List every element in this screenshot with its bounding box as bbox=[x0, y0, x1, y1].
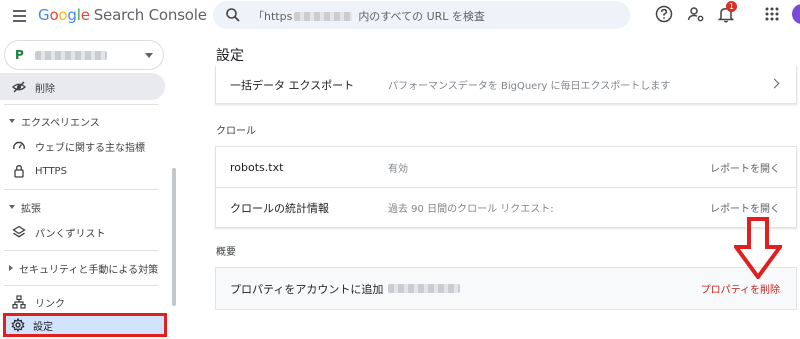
sidebar-item-label: 設定 bbox=[33, 321, 53, 333]
search-suffix: 内のすべての URL を検査 bbox=[358, 10, 485, 23]
redacted-account bbox=[388, 284, 460, 293]
row-title: クロールの統計情報 bbox=[230, 201, 329, 215]
row-title: プロパティをアカウントに追加 bbox=[230, 282, 384, 296]
open-report-link[interactable]: レポートを開く bbox=[710, 200, 780, 215]
sidebar-item-removals[interactable]: 削除 bbox=[0, 76, 165, 98]
eye-off-icon bbox=[12, 81, 26, 93]
chevron-right-icon bbox=[9, 265, 13, 271]
add-property-row[interactable]: プロパティをアカウントに追加 プロパティを削除 bbox=[216, 268, 796, 309]
notification-badge: 1 bbox=[726, 1, 737, 12]
remove-property-link[interactable]: プロパティを削除 bbox=[701, 281, 780, 296]
apps-icon[interactable] bbox=[762, 4, 782, 24]
search-icon[interactable] bbox=[225, 7, 241, 23]
open-report-link[interactable]: レポートを開く bbox=[710, 160, 780, 175]
chevron-right-icon bbox=[769, 78, 780, 89]
sidebar-scrollbar[interactable] bbox=[172, 168, 176, 306]
bulk-export-row[interactable]: 一括データ エクスポート パフォーマンスデータを BigQuery に毎日エクス… bbox=[216, 66, 796, 103]
layers-icon bbox=[12, 225, 26, 238]
sidebar-item-links[interactable]: リンク bbox=[0, 291, 165, 313]
redacted-property-name bbox=[35, 51, 107, 60]
section-title-overview: 概要 bbox=[216, 247, 236, 258]
redacted-url bbox=[294, 11, 353, 21]
account-avatar[interactable] bbox=[792, 4, 800, 24]
page-title: 設定 bbox=[216, 48, 244, 64]
sidebar-section-experience[interactable]: エクスペリエンス bbox=[0, 111, 165, 131]
sidebar-item-label: HTTPS bbox=[35, 165, 67, 177]
product-logo[interactable]: Google Search Console bbox=[38, 6, 207, 24]
property-type-icon: P bbox=[15, 48, 24, 62]
inspect-url-search[interactable]: 「https 内のすべての URL を検査 bbox=[213, 1, 630, 29]
sidebar-section-enhancements[interactable]: 拡張 bbox=[0, 197, 165, 217]
section-label: セキュリティと手動による対策 bbox=[19, 264, 159, 276]
gauge-icon bbox=[13, 141, 25, 150]
top-bar: Google Search Console 「https 内のすべての URL を… bbox=[0, 0, 800, 36]
manage-users-icon[interactable] bbox=[686, 4, 706, 24]
section-title-crawl: クロール bbox=[216, 126, 256, 137]
sidebar-item-https[interactable]: HTTPS bbox=[0, 160, 165, 182]
gear-icon bbox=[11, 318, 25, 332]
lock-icon bbox=[14, 165, 24, 178]
logo-product-name: Search Console bbox=[93, 6, 207, 24]
divider bbox=[4, 250, 158, 251]
row-description: 過去 90 日間のクロール リクエスト: bbox=[388, 204, 554, 215]
logo-letter: e bbox=[80, 6, 90, 24]
crawl-stats-row[interactable]: クロールの統計情報 過去 90 日間のクロール リクエスト: レポートを開く bbox=[216, 187, 796, 227]
divider bbox=[4, 189, 158, 190]
menu-icon[interactable] bbox=[10, 6, 30, 26]
crawl-card: robots.txt 有効 レポートを開く クロールの統計情報 過去 90 日間… bbox=[215, 146, 797, 228]
row-description: パフォーマンスデータを BigQuery に毎日エクスポートします bbox=[388, 81, 671, 92]
overview-card: プロパティをアカウントに追加 プロパティを削除 bbox=[215, 267, 797, 310]
sidebar-item-label: パンくずリスト bbox=[35, 228, 106, 240]
chevron-down-icon bbox=[9, 205, 15, 209]
sitemap-icon bbox=[12, 295, 26, 309]
robots-txt-row[interactable]: robots.txt 有効 レポートを開く bbox=[216, 147, 796, 187]
chevron-down-icon bbox=[9, 119, 15, 123]
help-icon[interactable] bbox=[654, 4, 674, 24]
row-title: robots.txt bbox=[230, 160, 284, 174]
sidebar-section-security[interactable]: セキュリティと手動による対策 bbox=[0, 258, 165, 278]
sidebar-item-label: 削除 bbox=[35, 83, 55, 95]
divider bbox=[4, 104, 158, 105]
property-selector[interactable]: P bbox=[4, 40, 164, 70]
search-placeholder: 「https 内のすべての URL を検査 bbox=[253, 8, 485, 24]
chevron-down-icon bbox=[145, 53, 153, 58]
logo-letter: g bbox=[67, 6, 77, 24]
search-prefix: 「https bbox=[253, 10, 293, 23]
row-description: 有効 bbox=[388, 163, 408, 175]
sidebar-item-breadcrumbs[interactable]: パンくずリスト bbox=[0, 221, 165, 243]
sidebar-item-settings[interactable]: 設定 bbox=[3, 313, 167, 337]
sidebar-item-label: リンク bbox=[35, 298, 65, 310]
logo-letter: G bbox=[38, 6, 50, 24]
export-card: 一括データ エクスポート パフォーマンスデータを BigQuery に毎日エクス… bbox=[215, 66, 797, 104]
arrow-down-icon bbox=[734, 217, 782, 279]
sidebar-item-label: ウェブに関する主な指標 bbox=[35, 142, 145, 154]
sidebar-item-core-web-vitals[interactable]: ウェブに関する主な指標 bbox=[0, 135, 165, 157]
divider bbox=[4, 285, 158, 286]
section-label: 拡張 bbox=[21, 203, 41, 215]
section-label: エクスペリエンス bbox=[21, 117, 100, 129]
row-title: 一括データ エクスポート bbox=[230, 78, 355, 92]
